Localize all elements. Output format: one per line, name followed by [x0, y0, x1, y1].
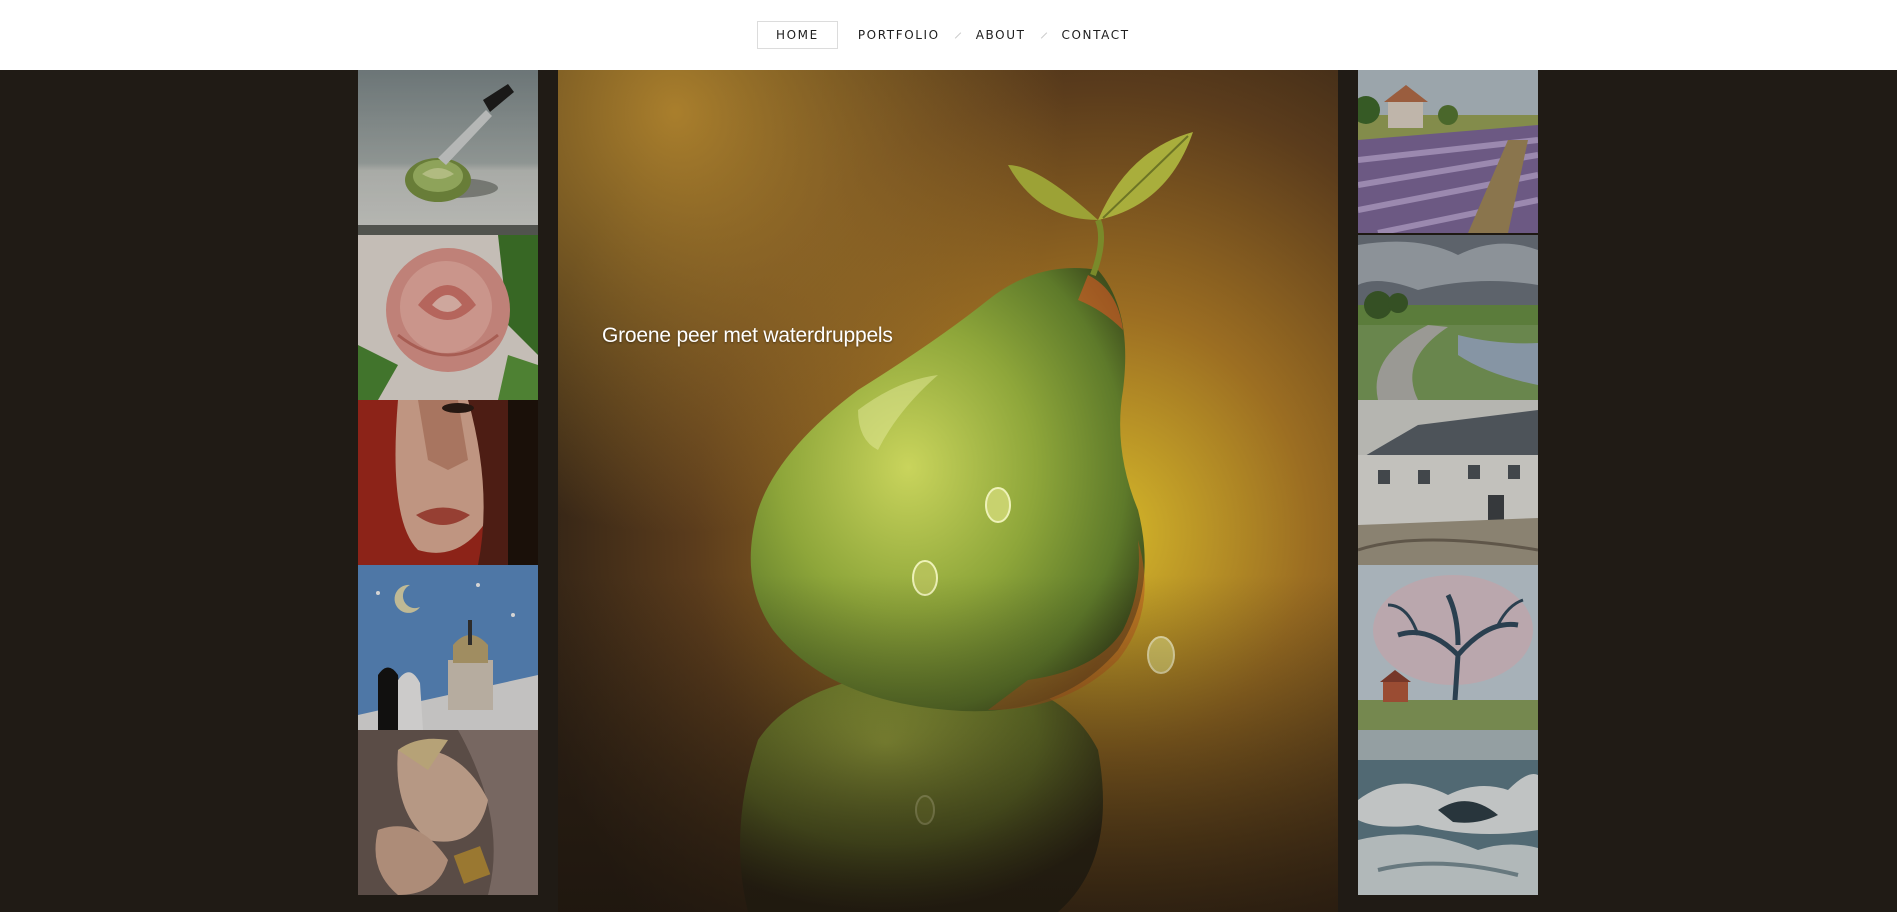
- stormy-road-image: [1358, 235, 1538, 400]
- main-nav: HOME PORTFOLIO ABOUT CONTACT: [757, 20, 1130, 50]
- two-faces-image: [358, 730, 538, 895]
- thumbnail-cats-night[interactable]: [358, 565, 538, 730]
- featured-artwork[interactable]: Groene peer met waterdruppels: [558, 70, 1338, 912]
- thumbnail-blossom-tree[interactable]: [1358, 565, 1538, 730]
- nav-separator: [1040, 31, 1047, 39]
- thumbnail-two-faces[interactable]: [358, 730, 538, 895]
- thumbnail-farmhouse[interactable]: [1358, 400, 1538, 565]
- rose-image: [358, 235, 538, 400]
- farmhouse-image: [1358, 400, 1538, 565]
- ocean-waves-image: [1358, 730, 1538, 895]
- nav-home-link[interactable]: HOME: [757, 21, 838, 49]
- thumbnail-ocean-waves[interactable]: [1358, 730, 1538, 895]
- green-pear-image: [558, 70, 1338, 912]
- lavender-field-image: [1358, 70, 1538, 233]
- nav-about-link[interactable]: ABOUT: [976, 22, 1026, 48]
- thumbnail-lavender-field[interactable]: [1358, 70, 1538, 233]
- cats-night-image: [358, 565, 538, 730]
- thumbnail-cabbage-knife[interactable]: [358, 70, 538, 225]
- woman-portrait-image: [358, 400, 538, 565]
- thumbnail-stormy-road[interactable]: [1358, 235, 1538, 400]
- thumbnail-woman-red-hair[interactable]: [358, 400, 538, 565]
- cabbage-knife-image: [358, 70, 538, 225]
- featured-artwork-title: Groene peer met waterdruppels: [602, 324, 893, 347]
- header-bar: HOME PORTFOLIO ABOUT CONTACT: [0, 0, 1897, 70]
- nav-separator: [954, 31, 961, 39]
- thumbnail-strip: [358, 225, 538, 235]
- blossom-tree-image: [1358, 565, 1538, 730]
- nav-portfolio-link[interactable]: PORTFOLIO: [858, 22, 940, 48]
- thumbnail-rose[interactable]: [358, 235, 538, 400]
- nav-contact-link[interactable]: CONTACT: [1062, 22, 1130, 48]
